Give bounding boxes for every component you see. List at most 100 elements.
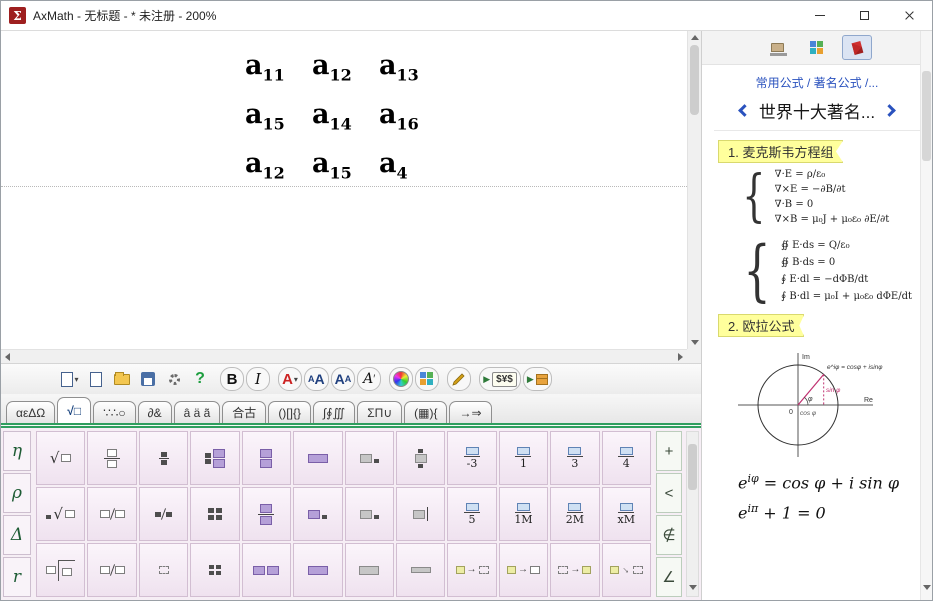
euler-identity[interactable]: eiπ + 1 = 0: [738, 502, 932, 522]
maximize-button[interactable]: [842, 1, 887, 31]
settings-button[interactable]: [162, 367, 186, 391]
tab-greek[interactable]: αεΔΩ: [6, 401, 55, 423]
minimize-button[interactable]: [797, 1, 842, 31]
new-document-button[interactable]: [84, 367, 108, 391]
subscript-style-button[interactable]: AA: [331, 367, 356, 391]
tab-arrows[interactable]: →⇒: [449, 401, 491, 423]
template-bar-gray[interactable]: [396, 543, 445, 597]
fraction-preset-neg3[interactable]: -3: [447, 431, 496, 485]
fraction-preset-1[interactable]: 1: [499, 431, 548, 485]
symbol-less-than[interactable]: <: [656, 473, 682, 513]
template-small-fraction[interactable]: [139, 431, 188, 485]
symbol-eta[interactable]: η: [3, 431, 31, 471]
template-box-slash-box[interactable]: [87, 543, 136, 597]
template-sub-sup[interactable]: [396, 431, 445, 485]
document-canvas[interactable]: a11 a12 a13 a15 a14 a16 a12 a15 a4: [1, 31, 687, 349]
tab-accents[interactable]: â ä ã: [174, 401, 221, 423]
fraction-preset-3[interactable]: 3: [550, 431, 599, 485]
maxwell-differential-equations[interactable]: { ∇·E = ρ/ε₀ ∇×E = −∂B/∂t ∇·B = 0 ∇×B = …: [736, 167, 932, 227]
template-purple-fraction[interactable]: [242, 487, 291, 541]
template-superscript-purple[interactable]: [293, 487, 342, 541]
font-color-button[interactable]: A▾: [278, 367, 302, 391]
save-button[interactable]: [136, 367, 160, 391]
stamp-tool-button[interactable]: [762, 35, 792, 60]
euler-formula[interactable]: eiφ = cos φ + i sin φ: [738, 472, 932, 492]
scroll-down-icon[interactable]: [687, 581, 698, 594]
superscript-style-button[interactable]: AA: [304, 367, 329, 391]
limit-template-4[interactable]: →: [602, 543, 651, 597]
symbol-delta[interactable]: Δ: [3, 515, 31, 555]
color-wheel-button[interactable]: [389, 367, 413, 391]
fraction-preset-4[interactable]: 4: [602, 431, 651, 485]
template-column-matrix[interactable]: [190, 431, 239, 485]
scroll-left-icon[interactable]: [1, 353, 14, 361]
tab-dots-operators[interactable]: ∵∴○: [93, 401, 136, 423]
close-button[interactable]: [887, 1, 932, 31]
tab-brackets[interactable]: ()[]{}: [268, 401, 311, 423]
limit-template-2[interactable]: →: [499, 543, 548, 597]
scroll-up-icon[interactable]: [688, 31, 701, 44]
template-slash-small[interactable]: [139, 487, 188, 541]
help-button[interactable]: ?: [188, 367, 212, 391]
scrollbar-thumb[interactable]: [688, 444, 697, 490]
fraction-preset-5[interactable]: 5: [447, 487, 496, 541]
next-page-icon[interactable]: [883, 104, 896, 117]
latex-dollar-button[interactable]: ▶$¥$: [479, 367, 521, 391]
italic-button[interactable]: I: [246, 367, 270, 391]
template-box[interactable]: [293, 431, 342, 485]
tab-matrices[interactable]: (▦){: [404, 401, 447, 423]
tab-integrals[interactable]: ∫∮∭: [313, 401, 355, 423]
canvas-horizontal-scrollbar[interactable]: [1, 349, 687, 363]
limit-template-3[interactable]: →: [550, 543, 599, 597]
prime-style-button[interactable]: A′: [357, 367, 381, 391]
scrollbar-thumb[interactable]: [690, 45, 699, 115]
tab-over-under[interactable]: 合古: [222, 401, 266, 423]
insert-mode-button[interactable]: ▾: [58, 367, 82, 391]
limit-template-1[interactable]: →: [447, 543, 496, 597]
symbol-r-script[interactable]: r: [3, 557, 31, 597]
sidebar-scrollbar[interactable]: [920, 31, 932, 600]
symbol-plus[interactable]: +: [656, 431, 682, 471]
handwriting-button[interactable]: [447, 367, 471, 391]
palette-scrollbar[interactable]: [686, 431, 699, 597]
tab-fractions-radicals[interactable]: √□: [57, 397, 91, 423]
template-long-division[interactable]: [36, 543, 85, 597]
template-subscript[interactable]: [345, 431, 394, 485]
template-row-purple[interactable]: [242, 543, 291, 597]
template-square-root[interactable]: √: [36, 431, 85, 485]
tab-derivatives[interactable]: ∂&: [138, 401, 172, 423]
formula-collection-button[interactable]: [842, 35, 872, 60]
open-button[interactable]: [110, 367, 134, 391]
euler-unit-circle-diagram[interactable]: Im Re 0 φ e^iφ = cosφ + isinφ sin φ cos …: [728, 345, 932, 462]
maxwell-integral-equations[interactable]: { ∯ E·ds = Q/ε₀ ∯ B·ds = 0 ∮ E·dl = −dΦB…: [736, 237, 932, 305]
template-wide-gray[interactable]: [345, 543, 394, 597]
prev-page-icon[interactable]: [738, 104, 751, 117]
scroll-right-icon[interactable]: [674, 353, 687, 361]
template-dashed-box[interactable]: [139, 543, 188, 597]
template-dot-matrix[interactable]: [190, 543, 239, 597]
canvas-vertical-scrollbar[interactable]: [687, 31, 701, 349]
template-binomial-stack[interactable]: [242, 431, 291, 485]
template-bevel-fraction[interactable]: [87, 487, 136, 541]
scroll-down-icon[interactable]: [921, 581, 932, 594]
template-wide-purple[interactable]: [293, 543, 342, 597]
fraction-preset-xM[interactable]: xM: [602, 487, 651, 541]
template-nth-root[interactable]: √: [36, 487, 85, 541]
symbol-rho[interactable]: ρ: [3, 473, 31, 513]
symbol-angle[interactable]: ∠: [656, 557, 682, 597]
template-fraction[interactable]: [87, 431, 136, 485]
symbol-library-button[interactable]: [802, 35, 832, 60]
scroll-down-icon[interactable]: [688, 336, 701, 349]
template-matrix-2x2[interactable]: [190, 487, 239, 541]
color-palette-button[interactable]: [415, 367, 439, 391]
fraction-preset-2M[interactable]: 2M: [550, 487, 599, 541]
fraction-preset-1M[interactable]: 1M: [499, 487, 548, 541]
symbol-not-element[interactable]: ∉: [656, 515, 682, 555]
template-mid-bar[interactable]: [396, 487, 445, 541]
bold-button[interactable]: B: [220, 367, 244, 391]
template-superscript-gray[interactable]: [345, 487, 394, 541]
scrollbar-thumb[interactable]: [922, 71, 931, 161]
package-export-button[interactable]: ▶: [523, 367, 552, 391]
library-breadcrumb[interactable]: 常用公式 / 著名公式 /...: [702, 74, 932, 91]
tab-big-operators[interactable]: ΣΠ∪: [357, 401, 402, 423]
